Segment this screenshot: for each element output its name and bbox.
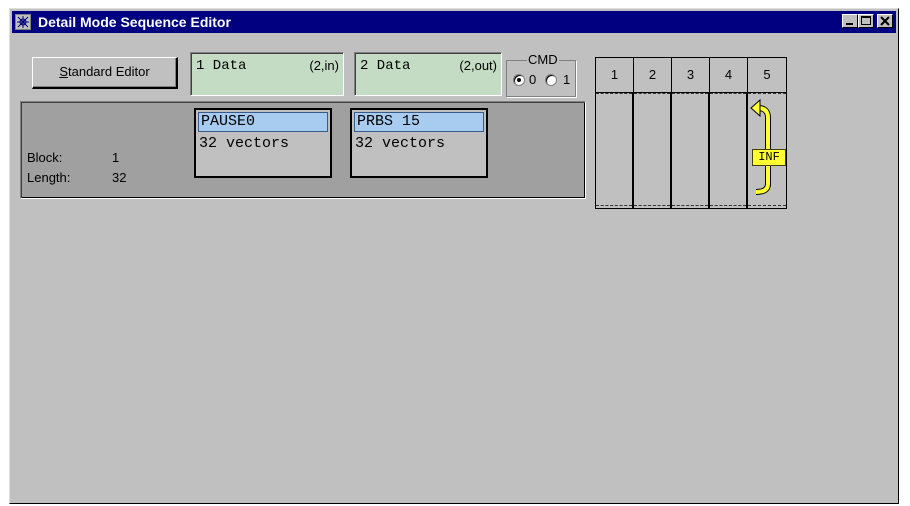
maximize-icon bbox=[861, 16, 871, 25]
length-label: Length: bbox=[27, 170, 71, 185]
sequence-column-3[interactable] bbox=[672, 92, 710, 208]
sequence-column-1-header[interactable]: 1 bbox=[596, 58, 634, 92]
maximize-button[interactable] bbox=[858, 14, 874, 28]
standard-editor-label: tandard Editor bbox=[68, 64, 150, 79]
cmd-group: CMD 0 1 bbox=[506, 52, 576, 97]
title-bar[interactable]: Detail Mode Sequence Editor bbox=[12, 11, 896, 33]
cmd-legend: CMD bbox=[527, 52, 559, 67]
sequence-column-2-header[interactable]: 2 bbox=[634, 58, 672, 92]
sequence-column-3-header[interactable]: 3 bbox=[672, 58, 710, 92]
length-value: 32 bbox=[112, 170, 127, 185]
cmd-radio-0[interactable] bbox=[513, 74, 525, 86]
close-button[interactable] bbox=[877, 14, 893, 28]
cmd-radio-0-label[interactable]: 0 bbox=[529, 72, 536, 87]
block-label: Block: bbox=[27, 150, 63, 165]
segment-vectors: 32 vectors bbox=[199, 135, 290, 152]
segment-prbs15[interactable]: PRBS 15 32 vectors bbox=[350, 108, 488, 178]
loop-arrow-icon[interactable] bbox=[750, 96, 786, 196]
data-column-tag: (2,in) bbox=[309, 58, 339, 73]
data-column-label: 2 Data bbox=[360, 58, 411, 74]
sequence-block-panel[interactable]: Block: 1 Length: 32 PAUSE0 32 vectors PR… bbox=[20, 101, 586, 199]
segment-pause0[interactable]: PAUSE0 32 vectors bbox=[194, 108, 332, 178]
data-column-tag: (2,out) bbox=[459, 58, 497, 73]
block-value: 1 bbox=[112, 150, 120, 165]
data-column-2[interactable]: 2 Data (2,out) bbox=[354, 52, 502, 96]
window-title: Detail Mode Sequence Editor bbox=[38, 14, 231, 30]
sequence-column-4[interactable] bbox=[710, 92, 748, 208]
segment-vectors: 32 vectors bbox=[355, 135, 446, 152]
sequence-editor-window: Detail Mode Sequence Editor Standard Edi… bbox=[9, 8, 899, 504]
app-icon[interactable] bbox=[15, 14, 31, 30]
standard-editor-mnemonic: S bbox=[59, 64, 68, 79]
minimize-icon bbox=[846, 23, 853, 25]
sequence-column-4-header[interactable]: 4 bbox=[710, 58, 748, 92]
cmd-radio-1-label[interactable]: 1 bbox=[563, 72, 570, 87]
segment-name: PAUSE0 bbox=[198, 112, 328, 132]
data-column-1[interactable]: 1 Data (2,in) bbox=[190, 52, 344, 96]
loop-inf-label: INF bbox=[752, 149, 786, 166]
sequence-grid[interactable]: 1 2 3 4 5 INF bbox=[595, 57, 787, 209]
close-icon bbox=[880, 16, 890, 26]
segment-name: PRBS 15 bbox=[354, 112, 484, 132]
cmd-radio-1[interactable] bbox=[545, 74, 557, 86]
sequence-column-1[interactable] bbox=[596, 92, 634, 208]
sequence-column-2[interactable] bbox=[634, 92, 672, 208]
minimize-button[interactable] bbox=[842, 14, 858, 28]
data-column-label: 1 Data bbox=[196, 58, 247, 74]
sequence-column-5-header[interactable]: 5 bbox=[748, 58, 786, 92]
standard-editor-button[interactable]: Standard Editor bbox=[32, 57, 178, 89]
